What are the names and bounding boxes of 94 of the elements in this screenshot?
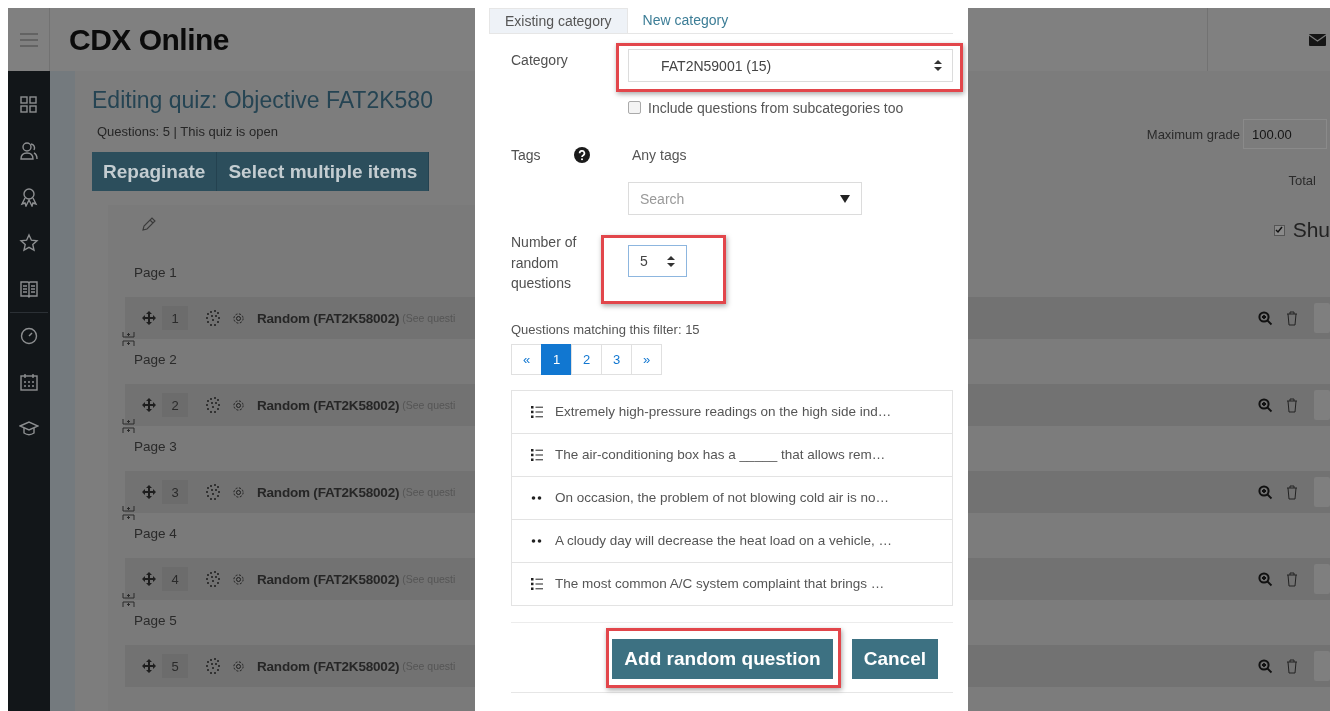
page-link[interactable]: 1 — [541, 343, 572, 375]
page-break-icon[interactable] — [122, 418, 135, 434]
sort-arrows-icon — [667, 255, 675, 267]
toolbar-button[interactable]: Repaginate — [92, 152, 218, 191]
page-label: Page 5 — [133, 612, 178, 630]
total-label: Total — [1288, 172, 1316, 188]
gear-icon[interactable] — [232, 659, 245, 673]
zoom-in-icon[interactable] — [1258, 571, 1273, 587]
move-icon[interactable] — [142, 485, 156, 499]
tab[interactable]: New category — [627, 8, 744, 33]
zoom-in-icon[interactable] — [1258, 310, 1273, 326]
page-link[interactable]: » — [631, 343, 662, 375]
tag-search-field[interactable]: Search — [628, 182, 862, 215]
filter-count: Questions matching this filter: 15 — [511, 321, 701, 338]
question-item[interactable]: A cloudy day will decrease the heat load on a vehicle, … — [512, 518, 952, 562]
gear-icon[interactable] — [232, 485, 245, 499]
field-label: Category — [511, 51, 569, 70]
dice-icon — [204, 483, 222, 501]
page-break-icon[interactable] — [122, 592, 135, 608]
zoom-in-icon[interactable] — [1258, 484, 1273, 500]
dice-icon — [204, 309, 222, 327]
checkbox-label: Shu — [1292, 218, 1330, 242]
gear-icon[interactable] — [232, 311, 245, 325]
help-icon[interactable] — [574, 147, 590, 163]
trash-icon[interactable] — [1286, 571, 1298, 587]
zoom-in-icon[interactable] — [1258, 658, 1273, 674]
page-link[interactable]: 2 — [571, 343, 602, 375]
question-item[interactable]: The most common A/C system complaint that brings … — [512, 561, 952, 605]
move-icon[interactable] — [142, 398, 156, 412]
pencil-icon[interactable] — [140, 217, 156, 233]
field-label: Number of random questions — [511, 233, 578, 293]
gear-icon[interactable] — [232, 572, 245, 586]
grade-field[interactable]: 100.00 — [1243, 119, 1327, 149]
gear-icon[interactable] — [232, 398, 245, 412]
question-name: Random (FAT2K58002) — [257, 571, 400, 587]
question-number: 1 — [162, 306, 188, 330]
list-icon — [531, 577, 543, 590]
checkbox-label: Include questions from subcategories too — [648, 99, 904, 116]
question-item[interactable]: The air-conditioning box has a _____ that allows rem… — [512, 432, 952, 476]
dice-icon — [204, 396, 222, 414]
question-name: Random (FAT2K58002) — [257, 658, 400, 674]
page-break-icon[interactable] — [122, 331, 135, 347]
add-button[interactable]: Add random question — [612, 638, 833, 679]
quiz-info: Questions: 5 | This quiz is open — [97, 124, 279, 140]
tab[interactable]: Existing category — [489, 8, 628, 33]
checkbox[interactable] — [1273, 224, 1285, 236]
dice-icon — [204, 657, 222, 675]
move-icon[interactable] — [142, 572, 156, 586]
question-name: Random (FAT2K58002) — [257, 310, 400, 326]
page-label: Page 2 — [133, 351, 178, 369]
dice-icon — [204, 570, 222, 588]
question-item[interactable]: On occasion, the problem of not blowing cold air is no… — [512, 475, 952, 519]
graduation-cap-icon[interactable] — [19, 418, 39, 438]
gauge-icon[interactable] — [19, 326, 39, 346]
number-select[interactable]: 5 — [628, 245, 687, 277]
question-number: 3 — [162, 480, 188, 504]
trash-icon[interactable] — [1286, 484, 1298, 500]
field-label: Maximum grade — [1146, 126, 1240, 142]
dashboard-icon[interactable] — [19, 95, 39, 115]
trash-icon[interactable] — [1286, 310, 1298, 326]
page-break-icon[interactable] — [122, 505, 135, 521]
trash-icon[interactable] — [1286, 658, 1298, 674]
star-icon[interactable] — [19, 233, 39, 253]
calendar-icon[interactable] — [19, 372, 39, 392]
question-number: 4 — [162, 567, 188, 591]
award-icon[interactable] — [19, 187, 39, 207]
move-icon[interactable] — [142, 659, 156, 673]
list-icon — [531, 448, 543, 461]
question-name: Random (FAT2K58002) — [257, 397, 400, 413]
dropdown-icon — [840, 194, 850, 203]
book-icon[interactable] — [19, 279, 39, 299]
page-title: Editing quiz: Objective FAT2K580 — [92, 86, 434, 115]
envelope-icon[interactable] — [1309, 32, 1326, 47]
question-name: Random (FAT2K58002) — [257, 484, 400, 500]
cancel-button[interactable]: Cancel — [851, 638, 938, 679]
page-label: Page 3 — [133, 438, 178, 456]
users-icon[interactable] — [19, 141, 39, 161]
question-number: 2 — [162, 393, 188, 417]
sort-arrows-icon — [934, 60, 942, 71]
checkbox[interactable] — [628, 101, 641, 114]
tags-value: Any tags — [631, 147, 687, 163]
move-icon[interactable] — [142, 311, 156, 325]
toolbar-button[interactable]: Select multiple items — [217, 152, 430, 191]
category-select[interactable]: FAT2N59001 (15) — [628, 49, 953, 82]
page-label: Page 4 — [133, 525, 178, 543]
question-number: 5 — [162, 654, 188, 678]
page-link[interactable]: 3 — [601, 343, 632, 375]
logo: CDX Online — [69, 22, 229, 57]
page-label: Page 1 — [133, 264, 178, 282]
trash-icon[interactable] — [1286, 397, 1298, 413]
question-item[interactable]: Extremely high-pressure readings on the high side ind… — [512, 390, 952, 433]
list-icon — [531, 405, 543, 418]
zoom-in-icon[interactable] — [1258, 397, 1273, 413]
field-label: Tags — [511, 147, 541, 163]
